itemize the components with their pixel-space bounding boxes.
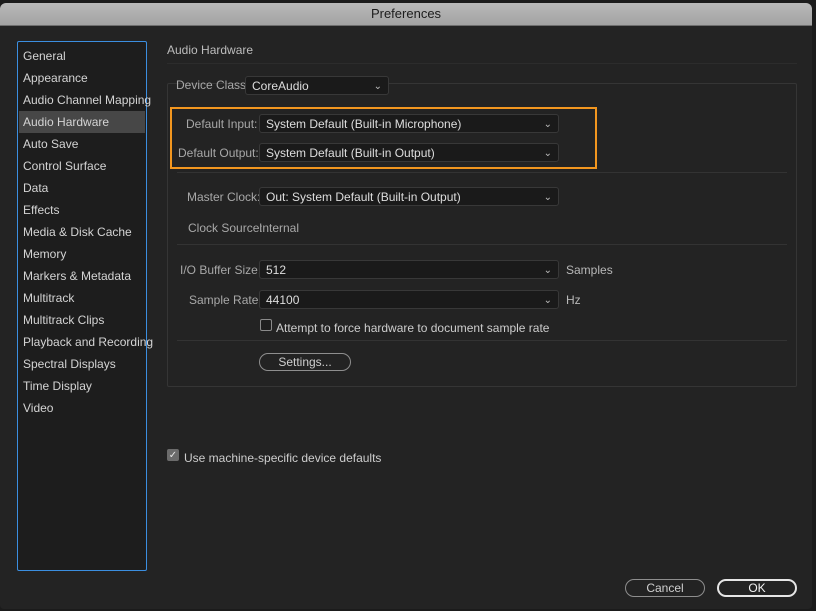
device-class-value: CoreAudio [252,79,309,93]
sidebar-item-media-disk-cache[interactable]: Media & Disk Cache [18,221,146,243]
default-input-label: Default Input: [186,117,258,131]
sidebar-item-memory[interactable]: Memory [18,243,146,265]
force-sample-rate-label[interactable]: Attempt to force hardware to document sa… [276,321,549,335]
preferences-category-list[interactable]: General Appearance Audio Channel Mapping Au… [17,41,153,571]
force-sample-rate-checkbox[interactable] [260,319,272,331]
divider [177,340,787,341]
sidebar-item-playback-and-recording[interactable]: Playback and Recording [18,331,153,353]
sidebar-item-multitrack[interactable]: Multitrack [18,287,146,309]
buffer-size-unit: Samples [566,263,613,277]
sample-rate-value: 44100 [266,293,300,307]
divider [177,244,787,245]
sidebar-item-data[interactable]: Data [18,177,146,199]
sidebar-item-spectral-displays[interactable]: Spectral Displays [18,353,146,375]
sample-rate-select[interactable]: 44100 ⌄ [259,290,559,309]
default-output-value: System Default (Built-in Output) [266,146,435,160]
sidebar-item-auto-save[interactable]: Auto Save [18,133,146,155]
sample-rate-unit: Hz [566,293,581,307]
sidebar-item-appearance[interactable]: Appearance [18,67,146,89]
sidebar-item-general[interactable]: General [18,45,146,67]
sidebar-item-markers-metadata[interactable]: Markers & Metadata [18,265,146,287]
window-title: Preferences [0,3,812,26]
chevron-down-icon: ⌄ [373,81,382,92]
heading-divider [167,63,797,64]
machine-defaults-label[interactable]: Use machine-specific device defaults [184,451,381,465]
buffer-size-label: I/O Buffer Size: [180,263,262,277]
clock-source-value: Internal [259,221,300,235]
clock-source-label: Clock Source: [188,221,263,235]
preferences-dialog: Preferences General Appearance Audio Chann… [0,3,812,609]
master-clock-select[interactable]: Out: System Default (Built-in Output) ⌄ [259,187,559,206]
default-input-value: System Default (Built-in Microphone) [266,117,462,131]
sidebar-item-audio-channel-mapping[interactable]: Audio Channel Mapping [18,89,151,111]
sample-rate-label: Sample Rate: [189,293,262,307]
sidebar-item-control-surface[interactable]: Control Surface [18,155,146,177]
chevron-down-icon: ⌄ [543,119,552,130]
default-output-select[interactable]: System Default (Built-in Output) ⌄ [259,143,559,162]
sidebar-item-audio-hardware[interactable]: Audio Hardware [19,111,145,133]
buffer-size-select[interactable]: 512 ⌄ [259,260,559,279]
chevron-down-icon: ⌄ [543,265,552,276]
section-heading: Audio Hardware [167,43,254,57]
cancel-button[interactable]: Cancel [625,579,705,597]
buffer-size-value: 512 [266,263,287,277]
settings-button[interactable]: Settings... [259,353,351,371]
chevron-down-icon: ⌄ [543,192,552,203]
chevron-down-icon: ⌄ [543,295,552,306]
sidebar-item-effects[interactable]: Effects [18,199,146,221]
sidebar-item-video[interactable]: Video [18,397,146,419]
ok-button[interactable]: OK [717,579,797,597]
machine-defaults-checkbox[interactable]: ✓ [167,449,179,461]
chevron-down-icon: ⌄ [543,148,552,159]
default-output-label: Default Output: [178,146,259,160]
device-class-select[interactable]: CoreAudio ⌄ [245,76,389,95]
sidebar-item-multitrack-clips[interactable]: Multitrack Clips [18,309,146,331]
device-class-label: Device Class: [176,78,250,92]
divider [177,172,787,173]
master-clock-label: Master Clock: [187,190,261,204]
master-clock-value: Out: System Default (Built-in Output) [266,190,461,204]
default-input-select[interactable]: System Default (Built-in Microphone) ⌄ [259,114,559,133]
sidebar-item-time-display[interactable]: Time Display [18,375,146,397]
